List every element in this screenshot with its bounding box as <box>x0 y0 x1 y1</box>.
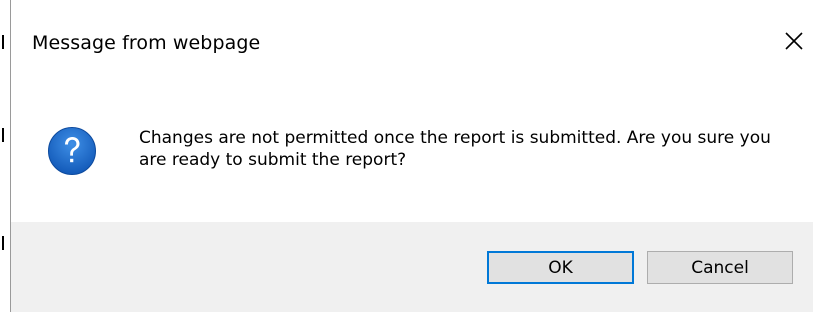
ok-button[interactable]: OK <box>487 251 634 284</box>
close-icon <box>785 32 803 50</box>
close-button[interactable] <box>779 26 809 56</box>
dialog-titlebar: Message from webpage <box>11 0 813 88</box>
message-dialog: Message from webpage Changes are not per… <box>10 0 813 312</box>
background-page-edge <box>0 0 10 312</box>
background-edge-mark <box>2 236 4 250</box>
dialog-body: Changes are not permitted once the repor… <box>11 88 813 222</box>
dialog-message: Changes are not permitted once the repor… <box>139 128 771 170</box>
question-icon <box>48 127 96 175</box>
dialog-footer: OK Cancel <box>11 222 813 312</box>
cancel-button[interactable]: Cancel <box>647 251 793 284</box>
background-edge-mark <box>2 35 4 49</box>
background-edge-mark <box>2 128 4 142</box>
dialog-title: Message from webpage <box>32 32 261 54</box>
